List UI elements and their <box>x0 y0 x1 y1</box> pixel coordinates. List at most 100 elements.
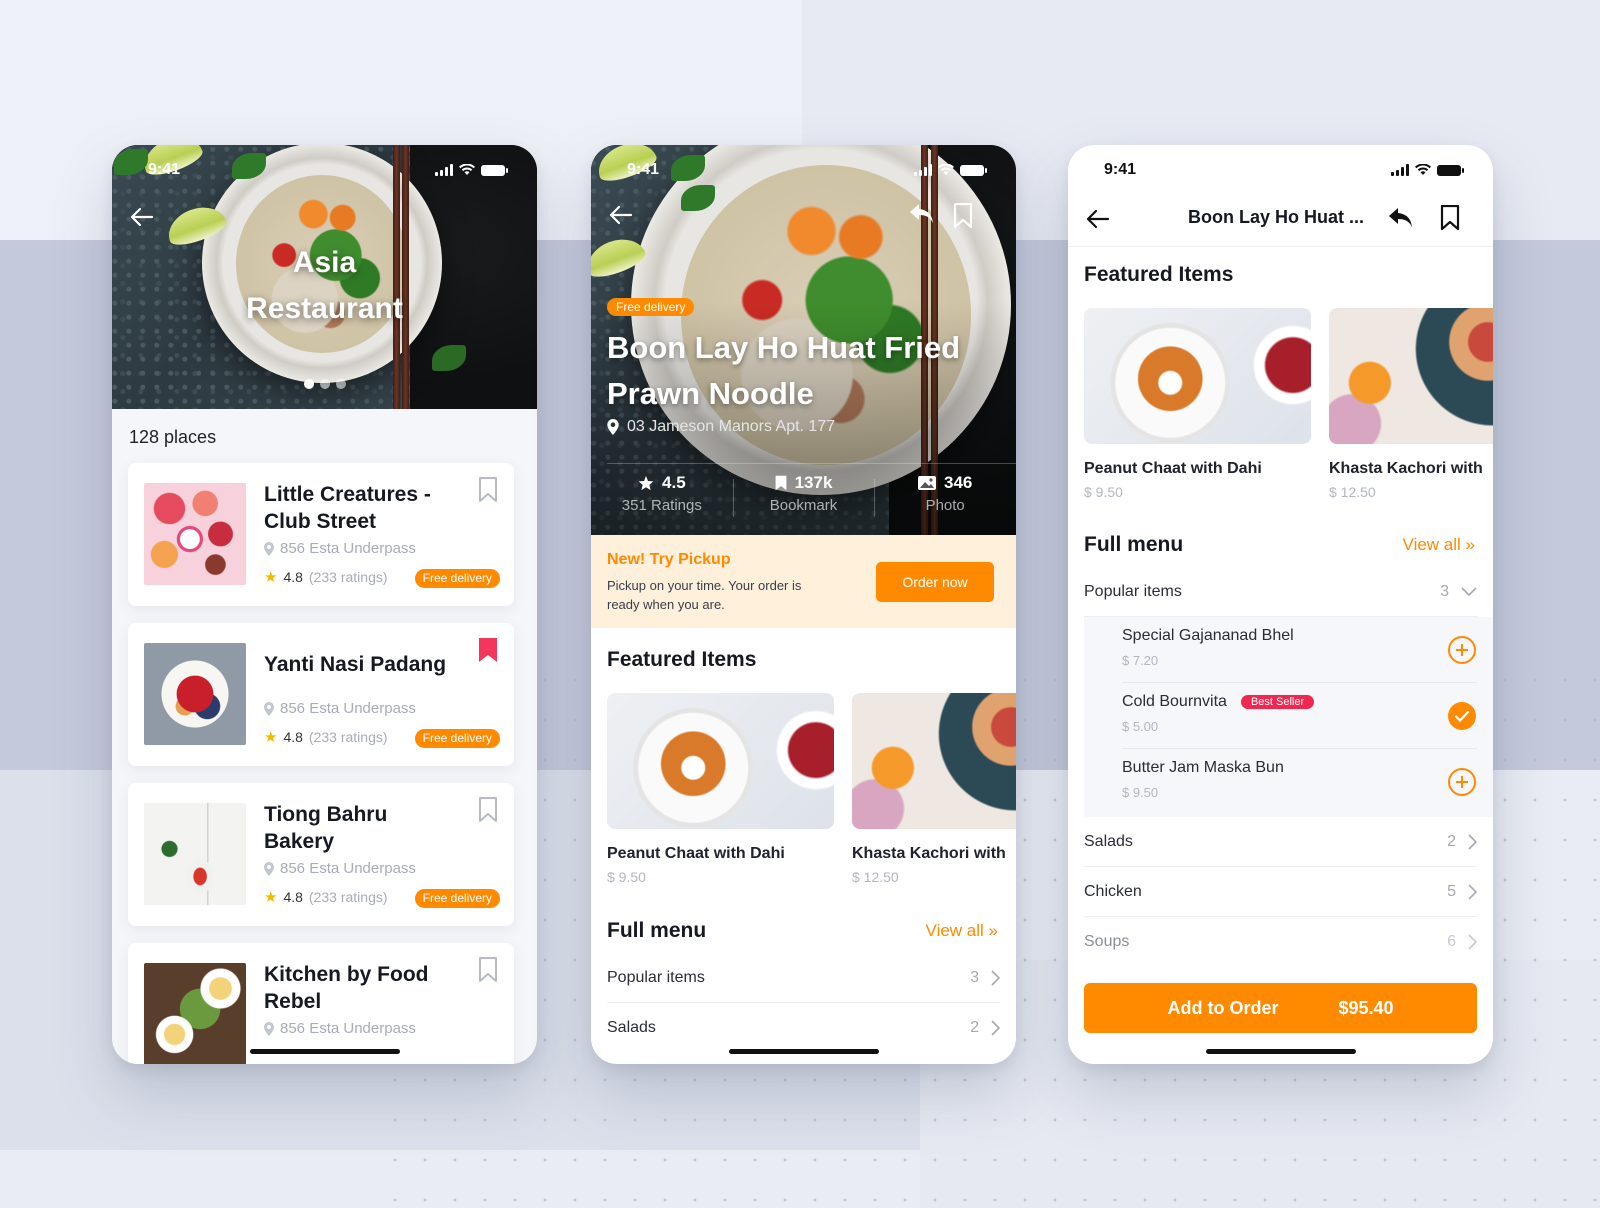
full-menu-title: Full menu <box>607 919 707 942</box>
bookmark-icon <box>479 957 497 982</box>
carousel-dot[interactable] <box>303 379 314 389</box>
share-reply-icon <box>1389 208 1412 227</box>
restaurant-list: Little Creatures - Club Street 856 Esta … <box>128 463 514 1064</box>
restaurant-address: 856 Esta Underpass <box>264 540 416 557</box>
view-all-link[interactable]: View all » <box>1403 535 1475 555</box>
category-count: 6 <box>1447 933 1456 950</box>
category-count: 3 <box>1440 582 1449 600</box>
location-pin-icon <box>264 701 274 716</box>
bookmark-button[interactable] <box>478 637 498 663</box>
rating-value: 4.8 <box>283 729 303 745</box>
arrow-left-icon <box>1086 209 1110 229</box>
featured-item-card[interactable]: Peanut Chaat with Dahi $ 9.50 <box>1084 308 1311 500</box>
chevron-right-icon <box>1468 934 1477 950</box>
bookmark-icon <box>953 203 973 229</box>
featured-item-price: $ 9.50 <box>1084 484 1123 500</box>
restaurant-detail-screen: 9:41 Free delivery Boon Lay Ho Huat Frie… <box>591 145 1016 1064</box>
stat-bookmarks[interactable]: 137k Bookmark <box>732 473 875 517</box>
menu-item[interactable]: Special Gajananad Bhel $ 7.20 <box>1122 617 1477 683</box>
free-delivery-badge: Free delivery <box>414 889 500 908</box>
order-now-button[interactable]: Order now <box>876 562 994 602</box>
menu-screen: 9:41 Boon Lay Ho Huat ... Featured Items… <box>1068 145 1493 1064</box>
back-button[interactable] <box>1086 209 1110 229</box>
pickup-banner: New! Try Pickup Pickup on your time. You… <box>591 535 1016 628</box>
battery-icon <box>960 164 987 176</box>
menu-category-row[interactable]: Soups 6 <box>1084 917 1477 967</box>
featured-items-carousel[interactable]: Peanut Chaat with Dahi $ 9.50 Khasta Kac… <box>1084 308 1493 500</box>
menu-item-price: $ 7.20 <box>1122 653 1159 668</box>
plus-circle-icon <box>1448 636 1476 664</box>
add-item-button[interactable] <box>1447 635 1477 665</box>
item-added-toggle[interactable] <box>1447 701 1477 731</box>
bookmark-button[interactable] <box>478 477 498 503</box>
stat-photos[interactable]: 346 Photo <box>874 473 1016 517</box>
carousel-dot[interactable] <box>335 379 346 389</box>
places-count: 128 places <box>129 427 217 447</box>
menu-category-row[interactable]: Popular items 3 <box>607 953 1000 1003</box>
home-indicator <box>728 1049 879 1054</box>
menu-item[interactable]: Butter Jam Maska Bun $ 9.50 <box>1122 749 1477 815</box>
featured-items-title: Featured Items <box>1084 263 1234 286</box>
restaurant-address: 856 Esta Underpass <box>264 1020 416 1037</box>
menu-category-row[interactable]: Salads 2 <box>1084 817 1477 867</box>
address-text: 03 Jameson Manors Apt. 177 <box>627 418 836 435</box>
view-all-link[interactable]: View all » <box>926 921 998 941</box>
menu-category-row[interactable]: Salads 2 <box>607 1003 1000 1053</box>
ratings-count: (233 ratings) <box>308 889 388 905</box>
nav-title: Boon Lay Ho Huat ... <box>1188 207 1365 227</box>
add-item-button[interactable] <box>1447 767 1477 797</box>
hero-title-line1: Asia <box>292 246 357 279</box>
restaurant-card[interactable]: Tiong Bahru Bakery 856 Esta Underpass ★ … <box>128 783 514 926</box>
signal-icon <box>1391 164 1409 176</box>
battery-icon <box>481 164 508 176</box>
restaurant-name: Tiong Bahru Bakery <box>264 803 388 853</box>
bookmark-button[interactable] <box>953 203 973 229</box>
featured-item-card[interactable]: Khasta Kachori with $ 12.50 <box>1329 308 1493 500</box>
stat-ratings[interactable]: 4.5 351 Ratings <box>591 473 733 514</box>
category-name: Popular items <box>1084 582 1182 600</box>
check-circle-icon <box>1448 702 1476 730</box>
back-button[interactable] <box>609 205 633 225</box>
stat-label: Photo <box>925 497 965 514</box>
featured-item-image <box>1084 308 1311 444</box>
star-icon: ★ <box>264 569 278 586</box>
carousel-pagination[interactable] <box>112 379 537 389</box>
restaurant-rating: ★ 4.8 (233 ratings) <box>264 728 388 746</box>
restaurant-card[interactable]: Kitchen by Food Rebel 856 Esta Underpass <box>128 943 514 1064</box>
menu-category-row-expanded[interactable]: Popular items 3 <box>1084 567 1477 617</box>
home-indicator <box>1205 1049 1356 1054</box>
add-to-order-button[interactable]: Add to Order $95.40 <box>1084 983 1477 1033</box>
full-menu-header: Full menu View all » <box>607 919 998 943</box>
share-button[interactable] <box>1388 207 1414 229</box>
restaurant-card[interactable]: Little Creatures - Club Street 856 Esta … <box>128 463 514 606</box>
divider <box>607 463 1016 464</box>
restaurant-card[interactable]: Yanti Nasi Padang 856 Esta Underpass ★ 4… <box>128 623 514 766</box>
full-menu-title: Full menu <box>1084 533 1184 556</box>
ratings-count: (233 ratings) <box>308 729 388 745</box>
menu-item[interactable]: Cold Bournvita Best Seller $ 5.00 <box>1122 683 1477 749</box>
carousel-dot[interactable] <box>319 379 330 389</box>
featured-item-card[interactable]: Peanut Chaat with Dahi $ 9.50 <box>607 693 834 885</box>
back-button[interactable] <box>130 207 154 227</box>
wifi-icon <box>459 164 475 175</box>
menu-category-row[interactable]: Chicken 5 <box>1084 867 1477 917</box>
share-reply-icon <box>910 204 933 223</box>
featured-item-price: $ 12.50 <box>1329 484 1376 500</box>
bookmark-button[interactable] <box>478 797 498 823</box>
category-name: Soups <box>1084 933 1130 950</box>
bookmark-button[interactable] <box>1440 205 1460 231</box>
category-count: 2 <box>970 1019 979 1036</box>
address-text: 856 Esta Underpass <box>280 540 416 557</box>
menu-item-price: $ 9.50 <box>1122 785 1159 800</box>
rating-value: 4.8 <box>283 569 303 585</box>
featured-items-carousel[interactable]: Peanut Chaat with Dahi $ 9.50 Khasta Kac… <box>607 693 1016 885</box>
bookmark-button[interactable] <box>478 957 498 983</box>
address-text: 856 Esta Underpass <box>280 700 416 717</box>
share-button[interactable] <box>909 203 935 225</box>
featured-item-card[interactable]: Khasta Kachori with $ 12.50 <box>852 693 1016 885</box>
featured-item-name: Khasta Kachori with <box>1329 460 1483 477</box>
featured-items-title: Featured Items <box>607 648 757 671</box>
location-pin-icon <box>607 419 619 435</box>
restaurant-list-screen: 9:41 Asia Restaurant 128 places Little C… <box>112 145 537 1064</box>
free-delivery-badge: Free delivery <box>607 298 695 316</box>
